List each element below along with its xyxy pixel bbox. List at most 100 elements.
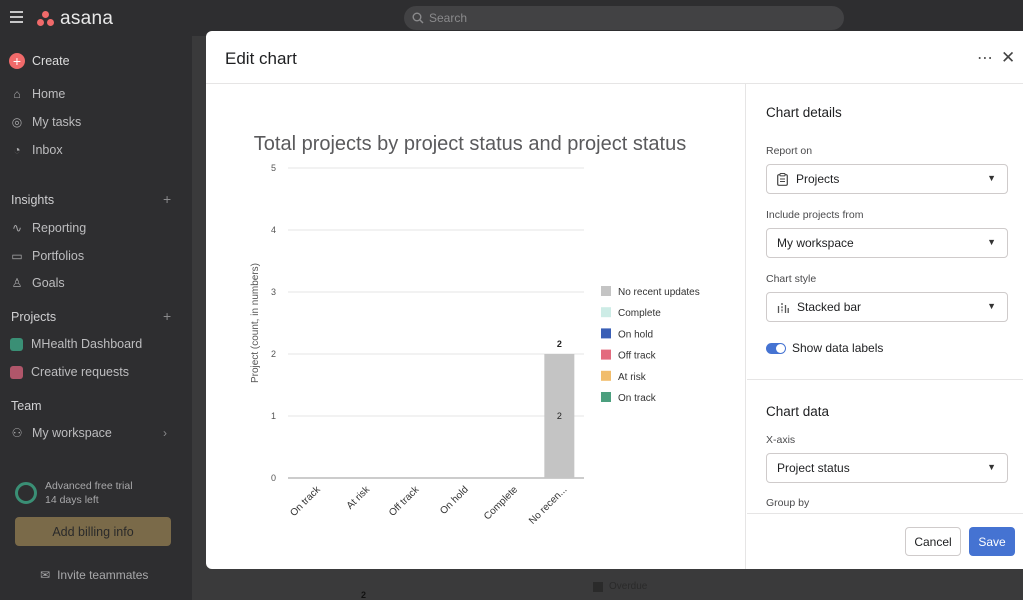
sidebar-item-label: Portfolios: [32, 249, 85, 263]
y-tick-label: 0: [271, 473, 276, 483]
legend-label: Complete: [618, 308, 661, 319]
report-on-label: Report on: [766, 145, 813, 157]
chart-style-select[interactable]: Stacked bar ▼: [766, 292, 1008, 322]
chart-title: Total projects by project status and pro…: [254, 133, 686, 155]
save-button[interactable]: Save: [969, 527, 1015, 556]
show-data-labels-label: Show data labels: [792, 341, 884, 355]
home-icon: ⌂: [13, 87, 21, 101]
sidebar-item-inbox[interactable]: ◔ Inbox: [10, 143, 63, 157]
legend-label: On track: [618, 393, 657, 404]
legend-label: Overdue: [609, 581, 648, 592]
close-icon[interactable]: ✕: [1001, 48, 1015, 68]
chart-style-label: Chart style: [766, 273, 817, 285]
cancel-button[interactable]: Cancel: [905, 527, 961, 556]
sidebar-item-my-tasks[interactable]: ◎ My tasks: [10, 115, 82, 129]
y-axis-label: Project (count, in numbers): [250, 263, 261, 383]
sidebar: + Create ⌂ Home ◎ My tasks ◔ Inbox Insig…: [0, 36, 192, 600]
y-tick-label: 4: [271, 225, 276, 235]
include-projects-value: My workspace: [777, 236, 854, 250]
y-tick-label: 3: [271, 287, 276, 297]
legend-swatch: [601, 286, 611, 296]
invite-label: Invite teammates: [57, 568, 149, 582]
chart-data-heading: Chart data: [766, 404, 830, 419]
y-tick-label: 1: [271, 411, 276, 421]
projects-heading[interactable]: Projects: [11, 310, 56, 324]
logo-text: asana: [60, 8, 114, 29]
sidebar-item-label: Home: [32, 87, 66, 101]
mail-icon: ✉: [40, 568, 51, 582]
create-button[interactable]: + Create: [9, 53, 70, 69]
sidebar-item-label: Inbox: [32, 143, 63, 157]
y-tick-label: 2: [271, 349, 276, 359]
legend-label: Off track: [618, 351, 657, 362]
report-on-value: Projects: [796, 172, 840, 186]
person-icon: ♙: [11, 276, 23, 290]
search-icon: [412, 12, 424, 24]
invite-teammates-button[interactable]: ✉ Invite teammates: [40, 568, 148, 582]
background-data-label: 2: [361, 590, 367, 600]
show-data-labels-toggle[interactable]: Show data labels: [766, 341, 883, 355]
sidebar-item-portfolios[interactable]: ▭ Portfolios: [10, 249, 84, 263]
insights-heading[interactable]: Insights: [11, 193, 54, 207]
asana-logo[interactable]: asana: [37, 8, 113, 30]
legend-swatch: [593, 581, 603, 592]
chevron-down-icon: ▼: [987, 462, 996, 472]
trial-status[interactable]: Advanced free trial 14 days left: [15, 479, 133, 507]
group-by-label: Group by: [766, 497, 810, 509]
add-billing-button[interactable]: Add billing info: [15, 517, 171, 546]
sidebar-item-project[interactable]: MHealth Dashboard: [10, 337, 142, 351]
chevron-right-icon[interactable]: ›: [163, 426, 167, 440]
projects-add-icon[interactable]: +: [163, 308, 171, 324]
sidebar-item-home[interactable]: ⌂ Home: [10, 87, 65, 101]
x-tick-label: At risk: [345, 484, 373, 512]
menu-icon[interactable]: [10, 11, 23, 23]
create-label: Create: [32, 54, 70, 68]
modal-title: Edit chart: [225, 49, 297, 68]
include-projects-select[interactable]: My workspace ▼: [766, 228, 1008, 258]
legend-swatch: [601, 307, 611, 318]
bar-segment-label: 2: [557, 411, 562, 421]
search-input[interactable]: Search: [404, 6, 844, 30]
chart-details-heading: Chart details: [766, 105, 842, 120]
insights-add-icon[interactable]: +: [163, 191, 171, 207]
chart-line-icon: ∿: [11, 221, 23, 235]
sidebar-item-project[interactable]: Creative requests: [10, 365, 129, 379]
modal-footer: Cancel Save: [747, 513, 1023, 569]
include-projects-label: Include projects from: [766, 209, 864, 221]
x-tick-label: No recen...: [527, 484, 569, 526]
modal-header: Edit chart ⋯ ✕: [206, 31, 1023, 84]
project-color-swatch: [10, 365, 23, 379]
sidebar-item-goals[interactable]: ♙ Goals: [10, 276, 65, 290]
toggle-switch[interactable]: [766, 342, 786, 354]
check-circle-icon: ◎: [11, 115, 23, 129]
clipboard-icon: [777, 172, 788, 186]
sidebar-item-label: MHealth Dashboard: [31, 337, 143, 351]
trial-days: 14 days left: [45, 494, 99, 506]
plus-icon: +: [9, 53, 25, 69]
sidebar-item-label: Reporting: [32, 221, 87, 235]
sidebar-item-label: My workspace: [32, 426, 112, 440]
chart-style-value: Stacked bar: [797, 300, 862, 314]
chevron-down-icon: ▼: [987, 173, 996, 183]
chart-svg: Total projects by project status and pro…: [250, 133, 700, 527]
report-on-select[interactable]: Projects ▼: [766, 164, 1008, 194]
legend-label: No recent updates: [618, 287, 700, 298]
sidebar-item-label: Goals: [32, 276, 65, 290]
folder-icon: ▭: [11, 249, 23, 263]
legend-swatch: [601, 328, 611, 339]
section-divider: [747, 379, 1023, 380]
chart-details-panel: Chart details Report on Projects ▼ Inclu…: [747, 84, 1023, 569]
more-options-icon[interactable]: ⋯: [977, 48, 994, 68]
y-tick-label: 5: [271, 163, 276, 173]
x-axis-label: X-axis: [766, 434, 796, 446]
x-axis-select[interactable]: Project status ▼: [766, 453, 1008, 483]
sidebar-item-reporting[interactable]: ∿ Reporting: [10, 221, 86, 235]
x-tick-label: On hold: [438, 484, 471, 517]
legend-label: At risk: [618, 372, 647, 383]
x-axis-value: Project status: [777, 461, 850, 475]
project-color-swatch: [10, 337, 23, 351]
trial-title: Advanced free trial: [45, 480, 133, 492]
team-heading[interactable]: Team: [11, 399, 42, 413]
x-tick-label: Complete: [482, 484, 520, 522]
sidebar-item-my-workspace[interactable]: ⚇ My workspace: [10, 426, 112, 440]
